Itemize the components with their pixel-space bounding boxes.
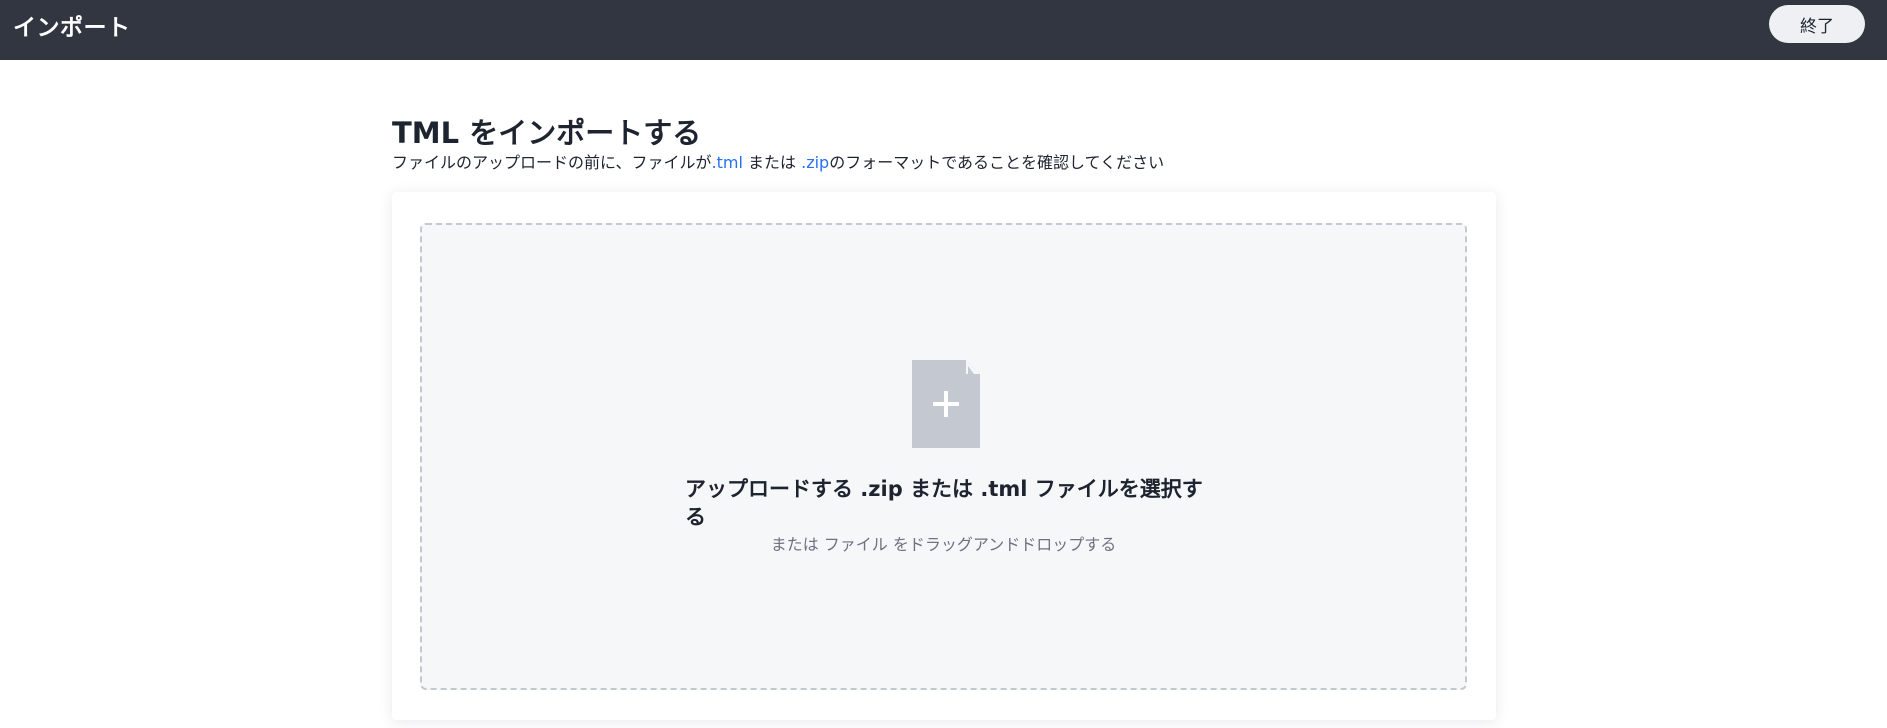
page-subtitle: ファイルのアップロードの前に、ファイルが.tml または .zipのフォーマット… xyxy=(392,149,1164,173)
zip-extension-text: .zip xyxy=(801,153,830,172)
page-header-title: インポート xyxy=(13,15,131,41)
page-title: TML をインポートする xyxy=(392,116,702,150)
dropzone-hint: または ファイル をドラッグアンドドロップする xyxy=(770,535,1117,554)
top-bar: インポート 終了 xyxy=(0,0,1887,60)
file-add-icon xyxy=(912,360,980,448)
subtitle-text-mid: または xyxy=(742,153,802,172)
subtitle-text-post: のフォーマットであることを確認してください xyxy=(829,153,1165,172)
tml-extension-text: .tml xyxy=(711,153,743,172)
subtitle-text-pre: ファイルのアップロードの前に、ファイルが xyxy=(392,153,712,172)
upload-card: アップロードする .zip または .tml ファイルを選択する または ファイ… xyxy=(392,192,1496,720)
dropzone-title: アップロードする .zip または .tml ファイルを選択する xyxy=(685,477,1203,529)
exit-button[interactable]: 終了 xyxy=(1769,5,1865,43)
file-dropzone[interactable]: アップロードする .zip または .tml ファイルを選択する または ファイ… xyxy=(420,223,1467,690)
